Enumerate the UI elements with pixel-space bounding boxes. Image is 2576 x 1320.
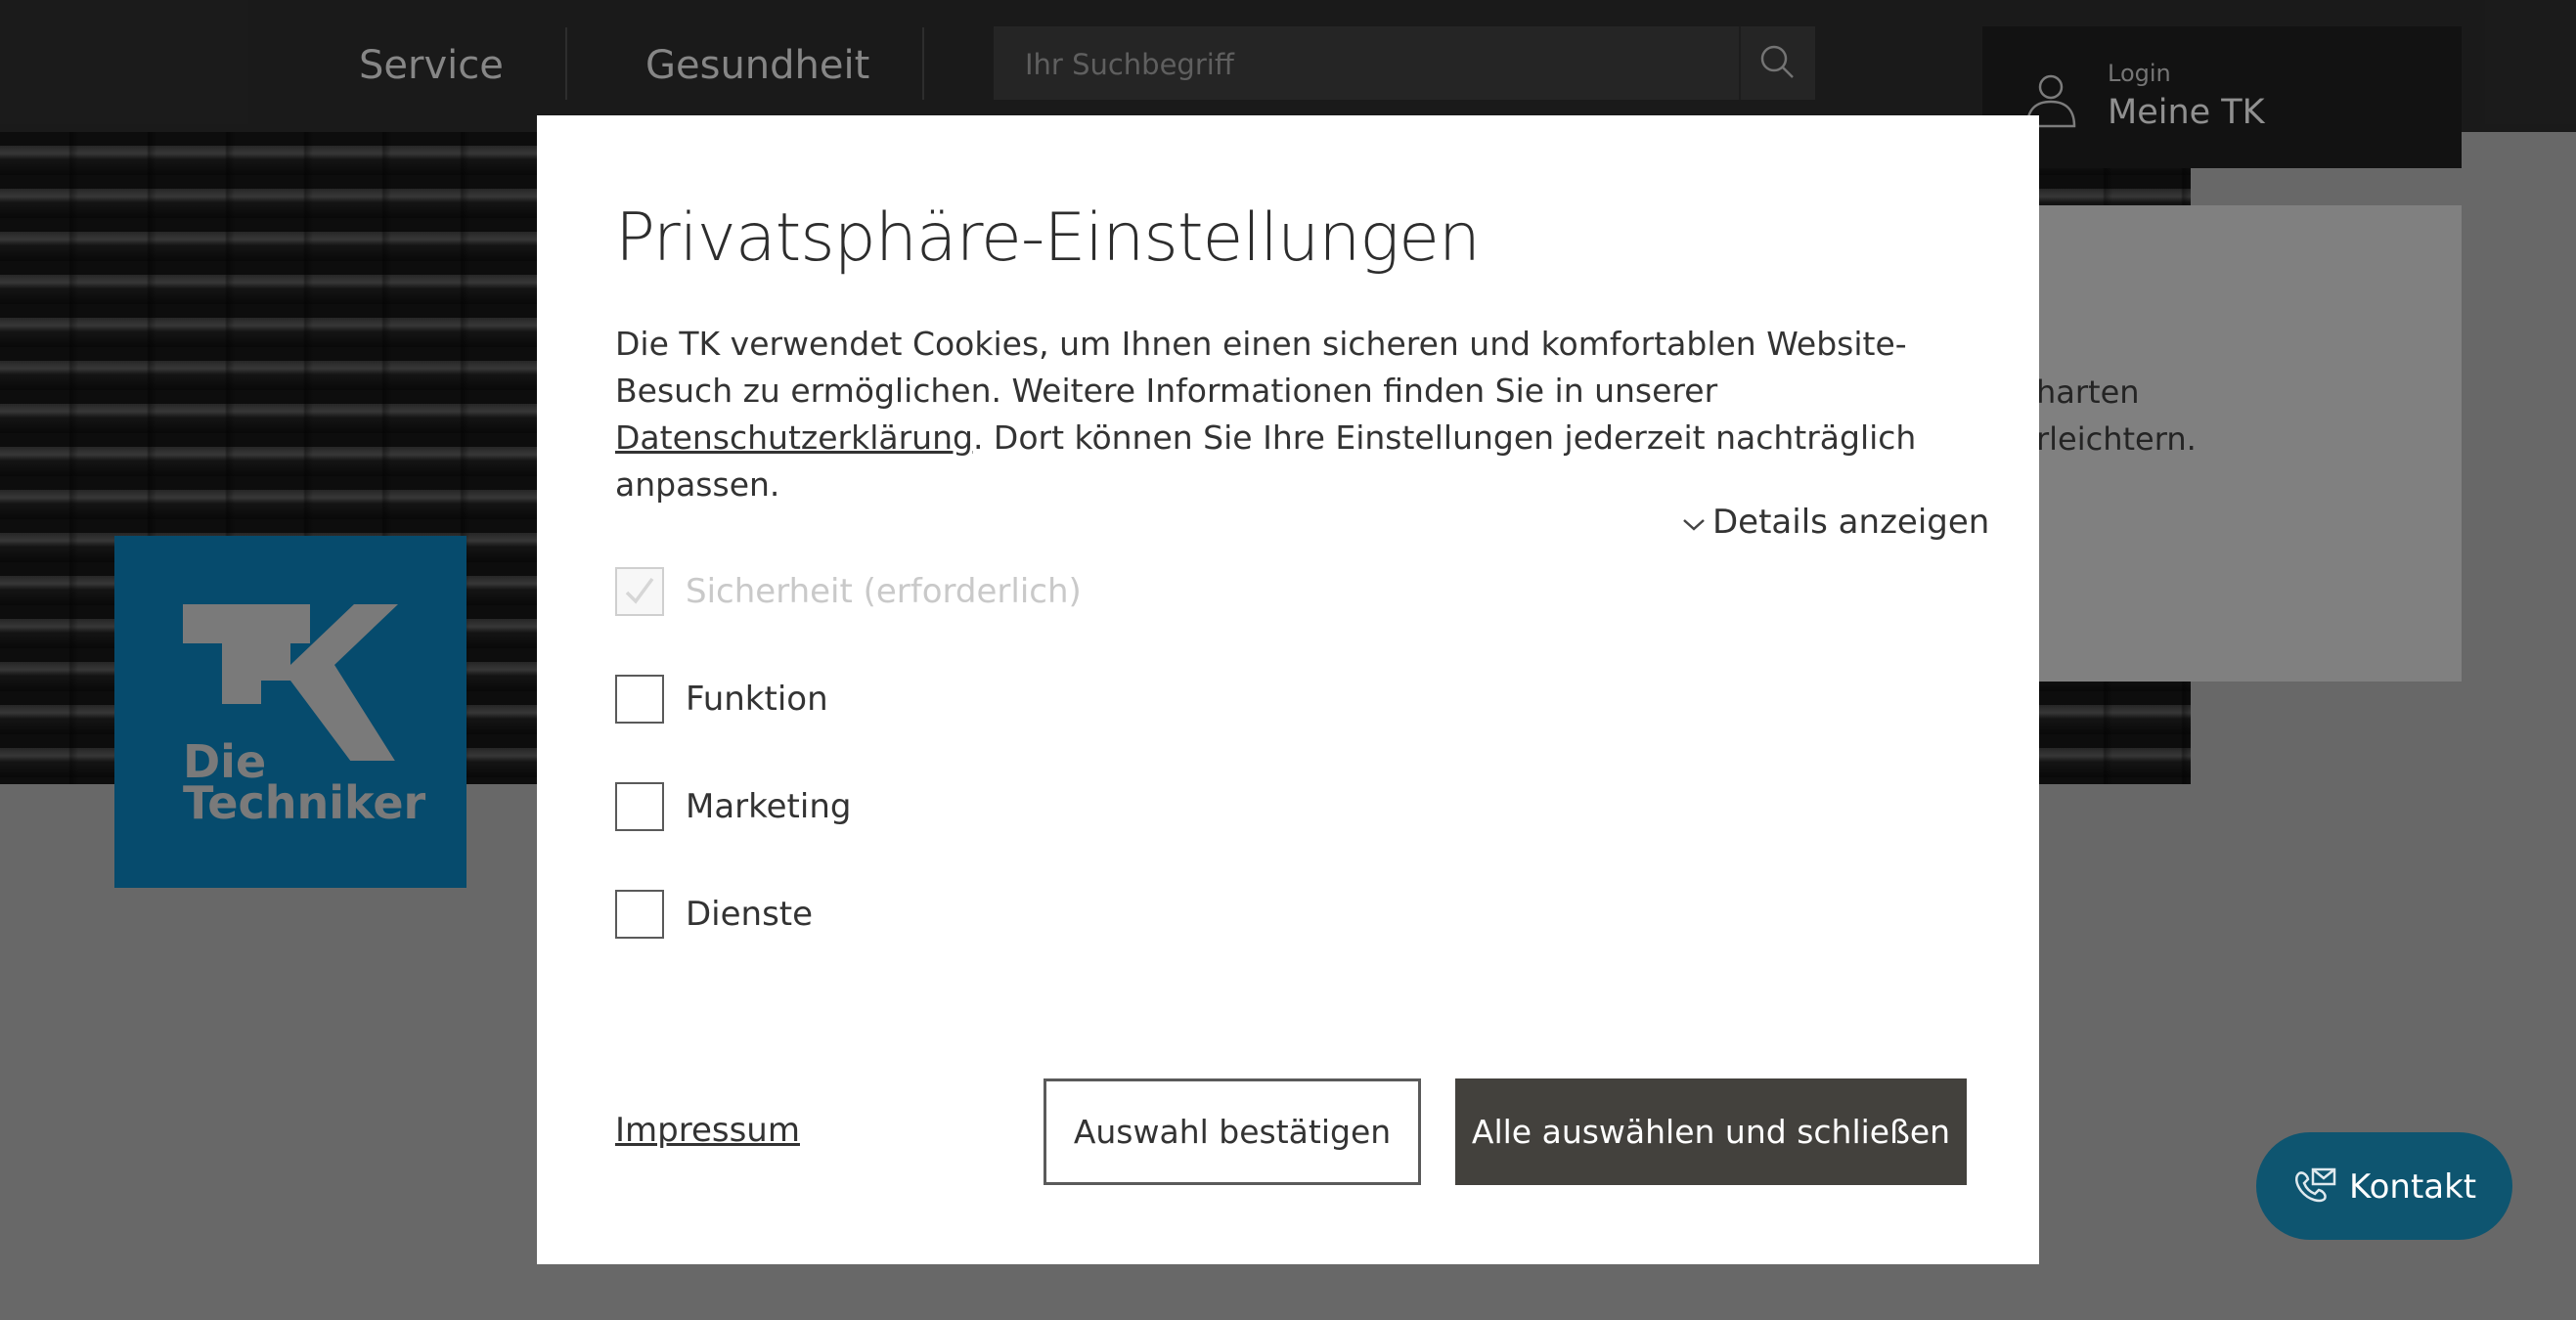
details-toggle[interactable]: Details anzeigen <box>1681 503 1989 542</box>
checkbox-label[interactable]: Funktion <box>686 680 828 719</box>
description-text: Die TK verwendet Cookies, um Ihnen einen… <box>615 325 1907 410</box>
checkbox-funktion[interactable] <box>615 675 664 724</box>
impressum-link[interactable]: Impressum <box>615 1111 800 1150</box>
kontakt-button[interactable]: Kontakt <box>2256 1132 2512 1240</box>
dialog-description: Die TK verwendet Cookies, um Ihnen einen… <box>615 321 1965 508</box>
privacy-policy-link[interactable]: Datenschutzerklärung <box>615 418 973 457</box>
kontakt-label: Kontakt <box>2349 1167 2477 1207</box>
checkbox-label[interactable]: Dienste <box>686 895 813 934</box>
dialog-title: Privatsphäre-Einstellungen <box>615 199 1481 277</box>
chevron-down-icon <box>1683 518 1705 531</box>
confirm-selection-button[interactable]: Auswahl bestätigen <box>1044 1078 1421 1185</box>
checkmark-icon <box>625 577 654 604</box>
checkbox-label: Sicherheit (erforderlich) <box>686 572 1082 611</box>
phone-mail-icon <box>2295 1167 2336 1203</box>
privacy-settings-dialog: Privatsphäre-Einstellungen Die TK verwen… <box>537 115 2039 1264</box>
details-label: Details anzeigen <box>1712 503 1990 542</box>
checkbox-label[interactable]: Marketing <box>686 787 851 826</box>
accept-all-button[interactable]: Alle auswählen und schließen <box>1455 1078 1967 1185</box>
checkbox-dienste[interactable] <box>615 890 664 939</box>
checkbox-sicherheit <box>615 567 664 616</box>
checkbox-marketing[interactable] <box>615 782 664 831</box>
